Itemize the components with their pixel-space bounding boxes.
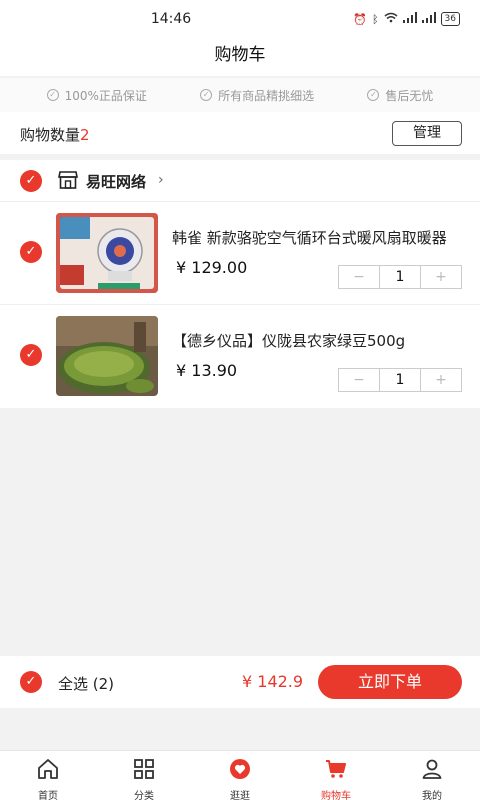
- store-name[interactable]: 易旺网络: [86, 171, 146, 192]
- guarantee-item: ✓ 所有商品精挑细选: [200, 87, 314, 104]
- tab-label: 我的: [422, 791, 442, 800]
- signal-icon: [421, 12, 436, 26]
- cart-count-label: 购物数量2: [20, 124, 90, 145]
- heart-icon: [230, 759, 250, 779]
- place-order-button[interactable]: 立即下单: [318, 665, 462, 699]
- tab-label: 首页: [38, 791, 58, 800]
- store-row: ✓ 易旺网络 ›: [0, 160, 480, 202]
- store-select-checkbox[interactable]: ✓: [20, 170, 42, 192]
- alarm-icon: ⏰: [353, 12, 367, 26]
- increase-button[interactable]: +: [421, 266, 461, 288]
- tab-profile[interactable]: 我的: [384, 751, 480, 800]
- tab-label: 购物车: [321, 791, 351, 800]
- tab-home[interactable]: 首页: [0, 751, 96, 800]
- store-cart-group: ✓ 易旺网络 › ✓ 韩雀 新款骆驼空气循环台式暖风扇取暖器 ¥ 129.00 …: [0, 160, 480, 408]
- manage-button[interactable]: 管理: [392, 121, 462, 146]
- home-icon: [38, 759, 58, 779]
- product-image[interactable]: [56, 213, 158, 293]
- cart-count-number: 2: [80, 126, 90, 144]
- quantity-value[interactable]: 1: [379, 369, 421, 391]
- check-circle-icon: ✓: [367, 89, 380, 101]
- item-price: ¥ 129.00: [176, 258, 248, 277]
- guarantee-bar: ✓ 100%正品保证 ✓ 所有商品精挑细选 ✓ 售后无忧: [0, 78, 480, 112]
- decrease-button[interactable]: −: [339, 266, 379, 288]
- tab-label: 分类: [134, 791, 154, 800]
- bluetooth-icon: ᛒ: [371, 12, 379, 26]
- guarantee-label: 所有商品精挑细选: [218, 88, 315, 103]
- store-icon: [58, 171, 78, 189]
- select-all-checkbox[interactable]: ✓: [20, 671, 42, 693]
- product-image[interactable]: [56, 316, 158, 396]
- select-all-label[interactable]: 全选 (2): [58, 673, 114, 694]
- wifi-icon: [384, 12, 398, 26]
- grid-icon: [134, 759, 154, 779]
- guarantee-label: 售后无忧: [385, 88, 434, 103]
- item-title[interactable]: 韩雀 新款骆驼空气循环台式暖风扇取暖器: [172, 227, 452, 248]
- page-title: 购物车: [0, 40, 480, 76]
- tab-category[interactable]: 分类: [96, 751, 192, 800]
- quantity-stepper: − 1 +: [338, 368, 462, 392]
- cart-item: ✓ 韩雀 新款骆驼空气循环台式暖风扇取暖器 ¥ 129.00 − 1 +: [0, 203, 480, 305]
- status-bar: 14:46 ⏰ ᛒ 36: [0, 0, 480, 40]
- quantity-value[interactable]: 1: [379, 266, 421, 288]
- checkout-bar: ✓ 全选 (2) ¥ 142.9 立即下单: [0, 656, 480, 708]
- item-title[interactable]: 【德乡仪品】仪陇县农家绿豆500g: [172, 330, 452, 351]
- signal-icon: [402, 12, 417, 26]
- tab-cart[interactable]: 购物车: [288, 751, 384, 800]
- chevron-right-icon[interactable]: ›: [158, 172, 164, 188]
- quantity-stepper: − 1 +: [338, 265, 462, 289]
- item-select-checkbox[interactable]: ✓: [20, 344, 42, 366]
- total-price: ¥ 142.9: [242, 672, 304, 691]
- check-circle-icon: ✓: [200, 89, 213, 101]
- cart-icon: [326, 760, 346, 778]
- decrease-button[interactable]: −: [339, 369, 379, 391]
- guarantee-label: 100%正品保证: [64, 88, 147, 103]
- status-icons: ⏰ ᛒ 36: [353, 12, 460, 26]
- item-select-checkbox[interactable]: ✓: [20, 241, 42, 263]
- battery-icon: 36: [440, 12, 460, 26]
- user-icon: [422, 759, 442, 779]
- item-price: ¥ 13.90: [176, 361, 238, 380]
- tab-label: 逛逛: [230, 791, 250, 800]
- guarantee-item: ✓ 100%正品保证: [46, 87, 147, 104]
- cart-count-bar: 购物数量2 管理: [0, 112, 480, 154]
- increase-button[interactable]: +: [421, 369, 461, 391]
- cart-item: ✓ 【德乡仪品】仪陇县农家绿豆500g ¥ 13.90 − 1 +: [0, 306, 480, 408]
- status-time: 14:46: [150, 11, 192, 27]
- bottom-tab-bar: 首页 分类 逛逛 购物车 我的: [0, 750, 480, 800]
- guarantee-item: ✓ 售后无忧: [367, 87, 433, 104]
- check-circle-icon: ✓: [46, 89, 59, 101]
- cart-count-text: 购物数量: [20, 126, 81, 144]
- tab-browse[interactable]: 逛逛: [192, 751, 288, 800]
